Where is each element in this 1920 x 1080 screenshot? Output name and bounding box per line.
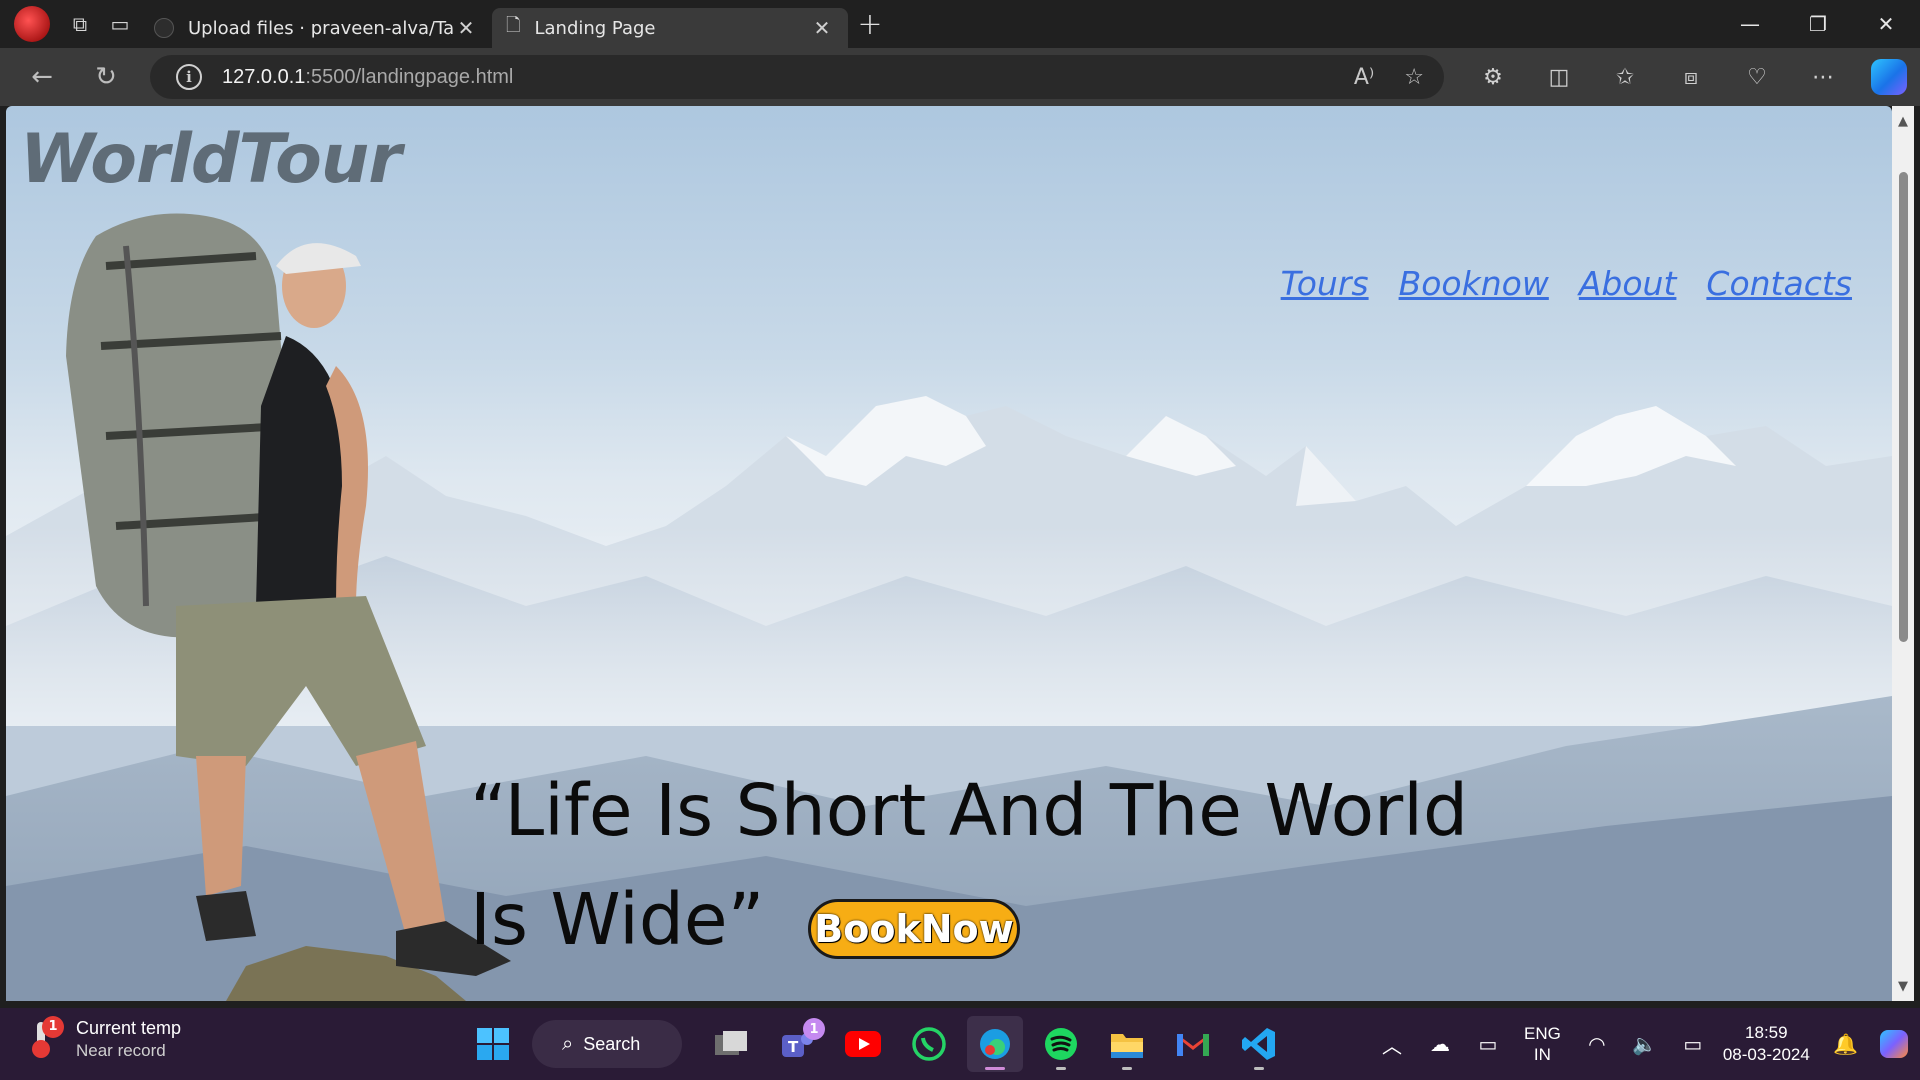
url-path: :5500/landingpage.html: [305, 65, 514, 88]
github-favicon-icon: [154, 18, 174, 38]
language-line2: IN: [1533, 1045, 1551, 1064]
nav-link-about[interactable]: About: [1579, 264, 1677, 303]
onedrive-cloud-icon[interactable]: ☁: [1416, 1016, 1464, 1072]
svg-text:T: T: [788, 1038, 799, 1056]
site-logo[interactable]: WorldTour: [20, 120, 402, 199]
whatsapp-icon: [912, 1027, 946, 1061]
youtube-icon: [845, 1031, 881, 1057]
task-view-icon: [715, 1031, 747, 1055]
clock-time: 18:59: [1745, 1023, 1788, 1042]
tab-landing-page[interactable]: 🗋 Landing Page ✕: [492, 8, 848, 48]
browser-tab-strip: ⧉ ▭ Upload files · praveen-alva/Task- ✕ …: [0, 0, 1920, 48]
more-menu-icon[interactable]: ⋯: [1790, 48, 1856, 106]
tab-upload-files[interactable]: Upload files · praveen-alva/Task- ✕: [140, 8, 492, 48]
back-button[interactable]: ←: [20, 55, 64, 99]
gmail-app[interactable]: [1165, 1016, 1221, 1072]
clock[interactable]: 18:59 08-03-2024: [1723, 1022, 1810, 1066]
thermometer-icon: 1: [28, 1015, 64, 1060]
search-label: Search: [583, 1033, 641, 1054]
minimize-button[interactable]: —: [1716, 0, 1784, 48]
vscode-icon: [1242, 1028, 1275, 1060]
address-bar[interactable]: i 127.0.0.1:5500/landingpage.html A⁾ ☆: [150, 55, 1444, 99]
youtube-app[interactable]: [835, 1016, 891, 1072]
nav-link-contacts[interactable]: Contacts: [1706, 264, 1852, 303]
hero-quote-line1: “Life Is Short And The World: [470, 769, 1469, 852]
site-info-icon[interactable]: i: [176, 64, 202, 90]
page-favicon-icon: 🗋: [506, 15, 521, 36]
teams-app[interactable]: T 1: [769, 1016, 825, 1072]
close-window-button[interactable]: ✕: [1852, 0, 1920, 48]
book-now-button[interactable]: BookNow: [808, 899, 1020, 959]
language-line1: ENG: [1524, 1024, 1561, 1043]
system-tray: ︿ ☁ ▭ ENG IN ◠ 🔈 ▭ 18:59 08-03-2024 🔔: [1368, 1016, 1918, 1072]
wifi-icon[interactable]: ◠: [1573, 1016, 1621, 1072]
scroll-up-arrow-icon[interactable]: ▲: [1892, 110, 1914, 132]
read-aloud-icon[interactable]: A⁾: [1354, 65, 1374, 90]
refresh-button[interactable]: ↻: [84, 55, 128, 99]
main-nav: Tours Booknow About Contacts: [1281, 264, 1852, 303]
favorites-icon[interactable]: ✩: [1592, 48, 1658, 106]
collections-icon[interactable]: ⧈: [1658, 48, 1724, 106]
workspaces-icon[interactable]: ⧉: [60, 4, 100, 44]
copilot-icon[interactable]: [1871, 59, 1907, 95]
edge-app[interactable]: [967, 1016, 1023, 1072]
language-indicator[interactable]: ENG IN: [1524, 1023, 1561, 1065]
tab-label: Landing Page: [534, 17, 656, 39]
copilot-taskbar-icon[interactable]: [1870, 1016, 1918, 1072]
weather-title: Current temp: [76, 1018, 182, 1038]
windows-logo-icon: [477, 1028, 509, 1060]
taskbar-apps: ⌕ Search T 1: [460, 1016, 1292, 1072]
clock-date: 08-03-2024: [1722, 1045, 1810, 1064]
split-screen-icon[interactable]: ◫: [1526, 48, 1592, 106]
taskbar-search[interactable]: ⌕ Search: [532, 1020, 682, 1068]
edge-icon: [980, 1029, 1010, 1059]
notifications-bell-icon[interactable]: 🔔: [1822, 1016, 1870, 1072]
close-tab-icon[interactable]: ✕: [810, 16, 834, 40]
extensions-icon[interactable]: ⚙: [1460, 48, 1526, 106]
url-text[interactable]: 127.0.0.1:5500/landingpage.html: [222, 66, 513, 89]
tab-actions-icon[interactable]: ▭: [100, 4, 140, 44]
restore-button[interactable]: ❐: [1784, 0, 1852, 48]
browser-toolbar: ← ↻ i 127.0.0.1:5500/landingpage.html A⁾…: [0, 48, 1920, 106]
tab-label: Upload files · praveen-alva/Task-: [188, 17, 454, 39]
browser-essentials-icon[interactable]: ♡: [1724, 48, 1790, 106]
favorite-star-icon[interactable]: ☆: [1404, 65, 1424, 90]
weather-widget[interactable]: 1 Current temp Near record: [28, 1015, 182, 1061]
nav-link-booknow[interactable]: Booknow: [1399, 264, 1549, 303]
volume-icon[interactable]: 🔈: [1621, 1016, 1669, 1072]
tablet-mode-icon[interactable]: ▭: [1464, 1016, 1512, 1072]
spotify-app[interactable]: [1033, 1016, 1089, 1072]
page-scrollbar[interactable]: ▲ ▼: [1892, 106, 1914, 1001]
scroll-down-arrow-icon[interactable]: ▼: [1892, 975, 1914, 997]
battery-icon[interactable]: ▭: [1669, 1016, 1717, 1072]
page-viewport: WorldTour Tours Booknow About Contacts “…: [6, 106, 1892, 1001]
start-button[interactable]: [465, 1016, 521, 1072]
file-explorer-app[interactable]: [1099, 1016, 1155, 1072]
spotify-icon: [1045, 1028, 1077, 1060]
whatsapp-app[interactable]: [901, 1016, 957, 1072]
nav-link-tours[interactable]: Tours: [1281, 264, 1369, 303]
gmail-icon: [1177, 1034, 1209, 1056]
vscode-app[interactable]: [1231, 1016, 1287, 1072]
search-icon: ⌕: [562, 1032, 574, 1055]
weather-subtitle: Near record: [76, 1041, 166, 1060]
profile-avatar[interactable]: [14, 6, 50, 42]
show-hidden-icons-chevron-up-icon[interactable]: ︿: [1368, 1016, 1416, 1072]
task-view-button[interactable]: [703, 1016, 759, 1072]
new-tab-button[interactable]: +: [848, 4, 892, 44]
folder-icon: [1111, 1034, 1143, 1058]
close-tab-icon[interactable]: ✕: [454, 16, 478, 40]
weather-badge: 1: [42, 1015, 64, 1038]
url-host: 127.0.0.1: [222, 65, 306, 88]
teams-badge: 1: [803, 1018, 825, 1040]
scroll-thumb[interactable]: [1899, 172, 1908, 642]
windows-taskbar: 1 Current temp Near record ⌕ Search T 1: [0, 1008, 1920, 1080]
